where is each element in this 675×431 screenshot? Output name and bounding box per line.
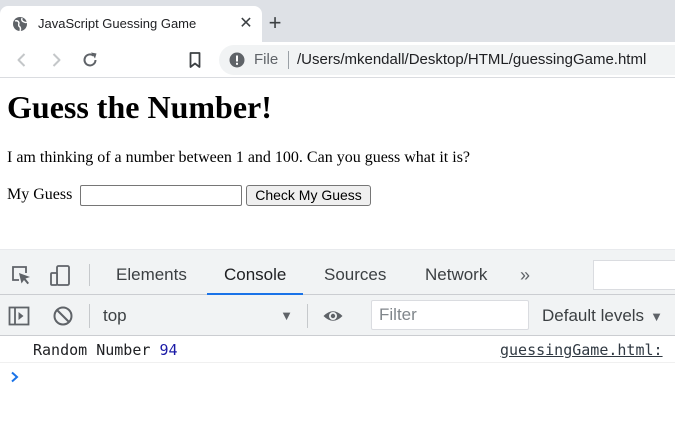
context-select[interactable]: top ▼: [103, 304, 299, 328]
address-bar[interactable]: File /Users/mkendall/Desktop/HTML/guessi…: [219, 45, 675, 75]
log-number: 94: [159, 341, 178, 359]
devtools-search-box[interactable]: [593, 260, 675, 290]
url-separator: [288, 51, 289, 69]
url-path: /Users/mkendall/Desktop/HTML/guessingGam…: [297, 51, 647, 68]
bookmark-icon[interactable]: [185, 50, 205, 70]
close-icon[interactable]: ✕: [236, 14, 256, 34]
log-text: Random Number: [33, 341, 151, 359]
tab-title: JavaScript Guessing Game: [38, 16, 197, 31]
back-arrow-icon[interactable]: [12, 50, 32, 70]
tab-elements[interactable]: Elements: [116, 255, 187, 295]
url-scheme: File: [254, 51, 279, 68]
check-guess-button[interactable]: Check My Guess: [246, 185, 371, 206]
plus-icon[interactable]: +: [264, 12, 286, 35]
log-source-link[interactable]: guessingGame.html:: [500, 342, 663, 358]
devtools-tabbar: Elements Console Sources Network »: [0, 255, 675, 295]
guess-label: My Guess: [7, 186, 73, 203]
globe-icon: [13, 17, 28, 32]
reload-icon[interactable]: [80, 50, 100, 70]
console-log-row: Random Number 94 guessingGame.html:: [0, 336, 675, 363]
guess-input[interactable]: [80, 185, 242, 206]
inspect-element-icon[interactable]: [10, 264, 32, 286]
toolbar-divider: [89, 304, 90, 328]
console-output: Random Number 94 guessingGame.html:: [0, 336, 675, 431]
tab-strip: JavaScript Guessing Game ✕ +: [0, 0, 675, 42]
toolbar-divider: [307, 304, 308, 328]
browser-toolbar: File /Users/mkendall/Desktop/HTML/guessi…: [0, 42, 675, 78]
browser-tab[interactable]: JavaScript Guessing Game ✕: [0, 6, 262, 42]
tab-console[interactable]: Console: [207, 255, 304, 295]
console-prompt-icon[interactable]: [8, 370, 22, 384]
log-levels-value: Default levels: [542, 306, 645, 325]
tab-network[interactable]: Network: [425, 255, 487, 295]
dropdown-arrow-icon: ▼: [650, 309, 663, 324]
filter-input[interactable]: [371, 300, 529, 330]
clear-console-icon[interactable]: [52, 305, 74, 327]
page-viewport: Guess the Number! I am thinking of a num…: [0, 79, 675, 249]
log-message: Random Number 94: [33, 342, 178, 358]
tab-sources[interactable]: Sources: [324, 255, 386, 295]
intro-text: I am thinking of a number between 1 and …: [7, 149, 471, 166]
sidebar-toggle-icon[interactable]: [8, 305, 30, 327]
page-title: Guess the Number!: [7, 89, 272, 125]
more-tabs-icon[interactable]: »: [520, 255, 530, 295]
info-icon[interactable]: [229, 52, 245, 68]
forward-arrow-icon[interactable]: [46, 50, 66, 70]
toolbar-divider: [89, 264, 90, 286]
dropdown-arrow-icon: ▼: [280, 308, 293, 323]
device-toolbar-icon[interactable]: [49, 264, 71, 286]
console-toolbar: top ▼ Default levels ▼: [0, 295, 675, 336]
context-value: top: [103, 306, 127, 325]
log-levels-select[interactable]: Default levels ▼: [542, 304, 663, 328]
eye-icon[interactable]: [322, 305, 344, 327]
